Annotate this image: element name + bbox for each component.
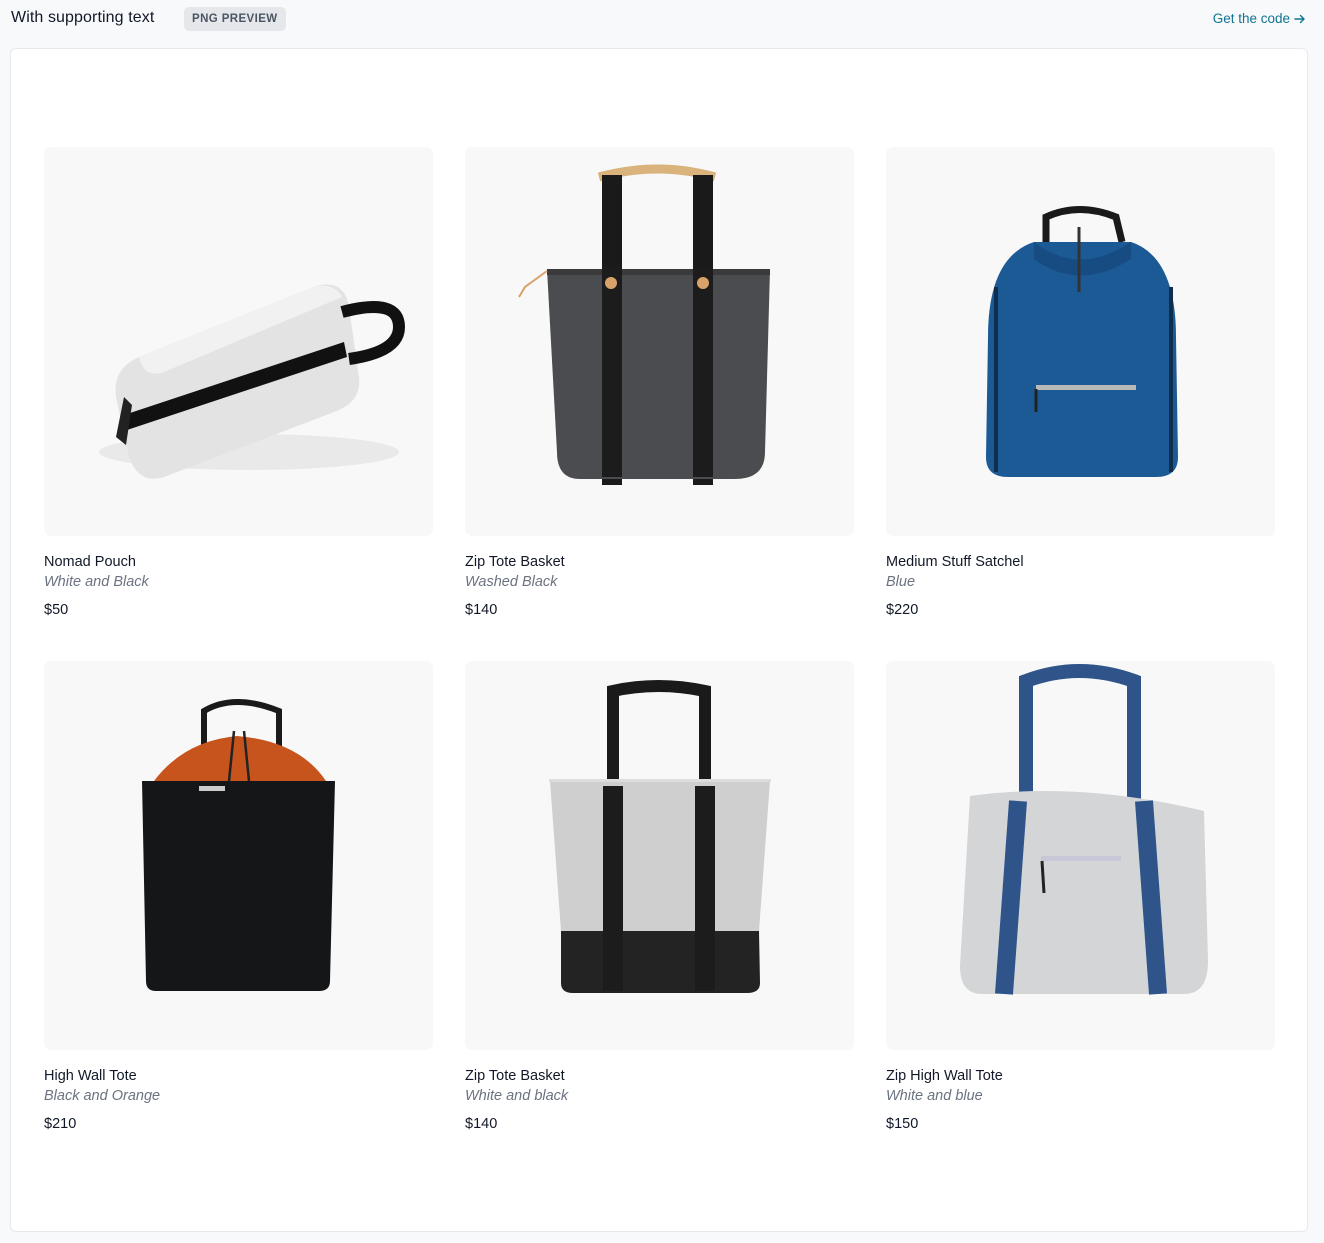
product-color: Blue xyxy=(886,574,916,590)
arrow-right-icon xyxy=(1294,14,1305,23)
product-name[interactable]: Nomad Pouch xyxy=(44,554,433,571)
preview-frame: Nomad Pouch White and Black $50 Zip Tote… xyxy=(10,48,1308,1232)
product-card[interactable]: Zip Tote Basket Washed Black $140 xyxy=(465,147,854,661)
product-card[interactable]: Zip Tote Basket White and black $140 xyxy=(465,661,854,1175)
png-preview-badge: PNG PREVIEW xyxy=(184,7,286,31)
section-title: With supporting text xyxy=(11,9,155,26)
high-wall-tote-image[interactable] xyxy=(44,661,433,1050)
product-color: Washed Black xyxy=(465,574,558,590)
product-price: $220 xyxy=(886,602,919,618)
zip-high-wall-tote-image[interactable] xyxy=(886,661,1275,1050)
product-name[interactable]: Zip Tote Basket xyxy=(465,554,854,571)
product-name[interactable]: Zip High Wall Tote xyxy=(886,1068,1275,1085)
medium-stuff-satchel-image[interactable] xyxy=(886,147,1275,536)
get-the-code-label: Get the code xyxy=(1212,11,1290,26)
product-color: White and Black xyxy=(44,574,149,590)
product-price: $50 xyxy=(44,602,69,618)
product-card[interactable]: Medium Stuff Satchel Blue $220 xyxy=(886,147,1275,661)
product-price: $150 xyxy=(886,1116,919,1132)
product-price: $210 xyxy=(44,1116,77,1132)
product-card[interactable]: Zip High Wall Tote White and blue $150 xyxy=(886,661,1275,1175)
zip-tote-basket-washed-black-image[interactable] xyxy=(465,147,854,536)
nomad-pouch-image[interactable] xyxy=(44,147,433,536)
preview-header: With supporting text PNG PREVIEW Get the… xyxy=(0,0,1324,40)
zip-tote-basket-white-black-image[interactable] xyxy=(465,661,854,1050)
product-name[interactable]: Medium Stuff Satchel xyxy=(886,554,1275,571)
product-price: $140 xyxy=(465,1116,498,1132)
product-card[interactable]: High Wall Tote Black and Orange $210 xyxy=(44,661,433,1175)
get-the-code-link[interactable]: Get the code xyxy=(1213,11,1306,26)
product-color: White and black xyxy=(465,1088,569,1104)
product-grid: Nomad Pouch White and Black $50 Zip Tote… xyxy=(44,147,1275,1175)
product-color: Black and Orange xyxy=(44,1088,161,1104)
product-color: White and blue xyxy=(886,1088,983,1104)
product-card[interactable]: Nomad Pouch White and Black $50 xyxy=(44,147,433,661)
product-name[interactable]: Zip Tote Basket xyxy=(465,1068,854,1085)
product-price: $140 xyxy=(465,602,498,618)
product-name[interactable]: High Wall Tote xyxy=(44,1068,433,1085)
